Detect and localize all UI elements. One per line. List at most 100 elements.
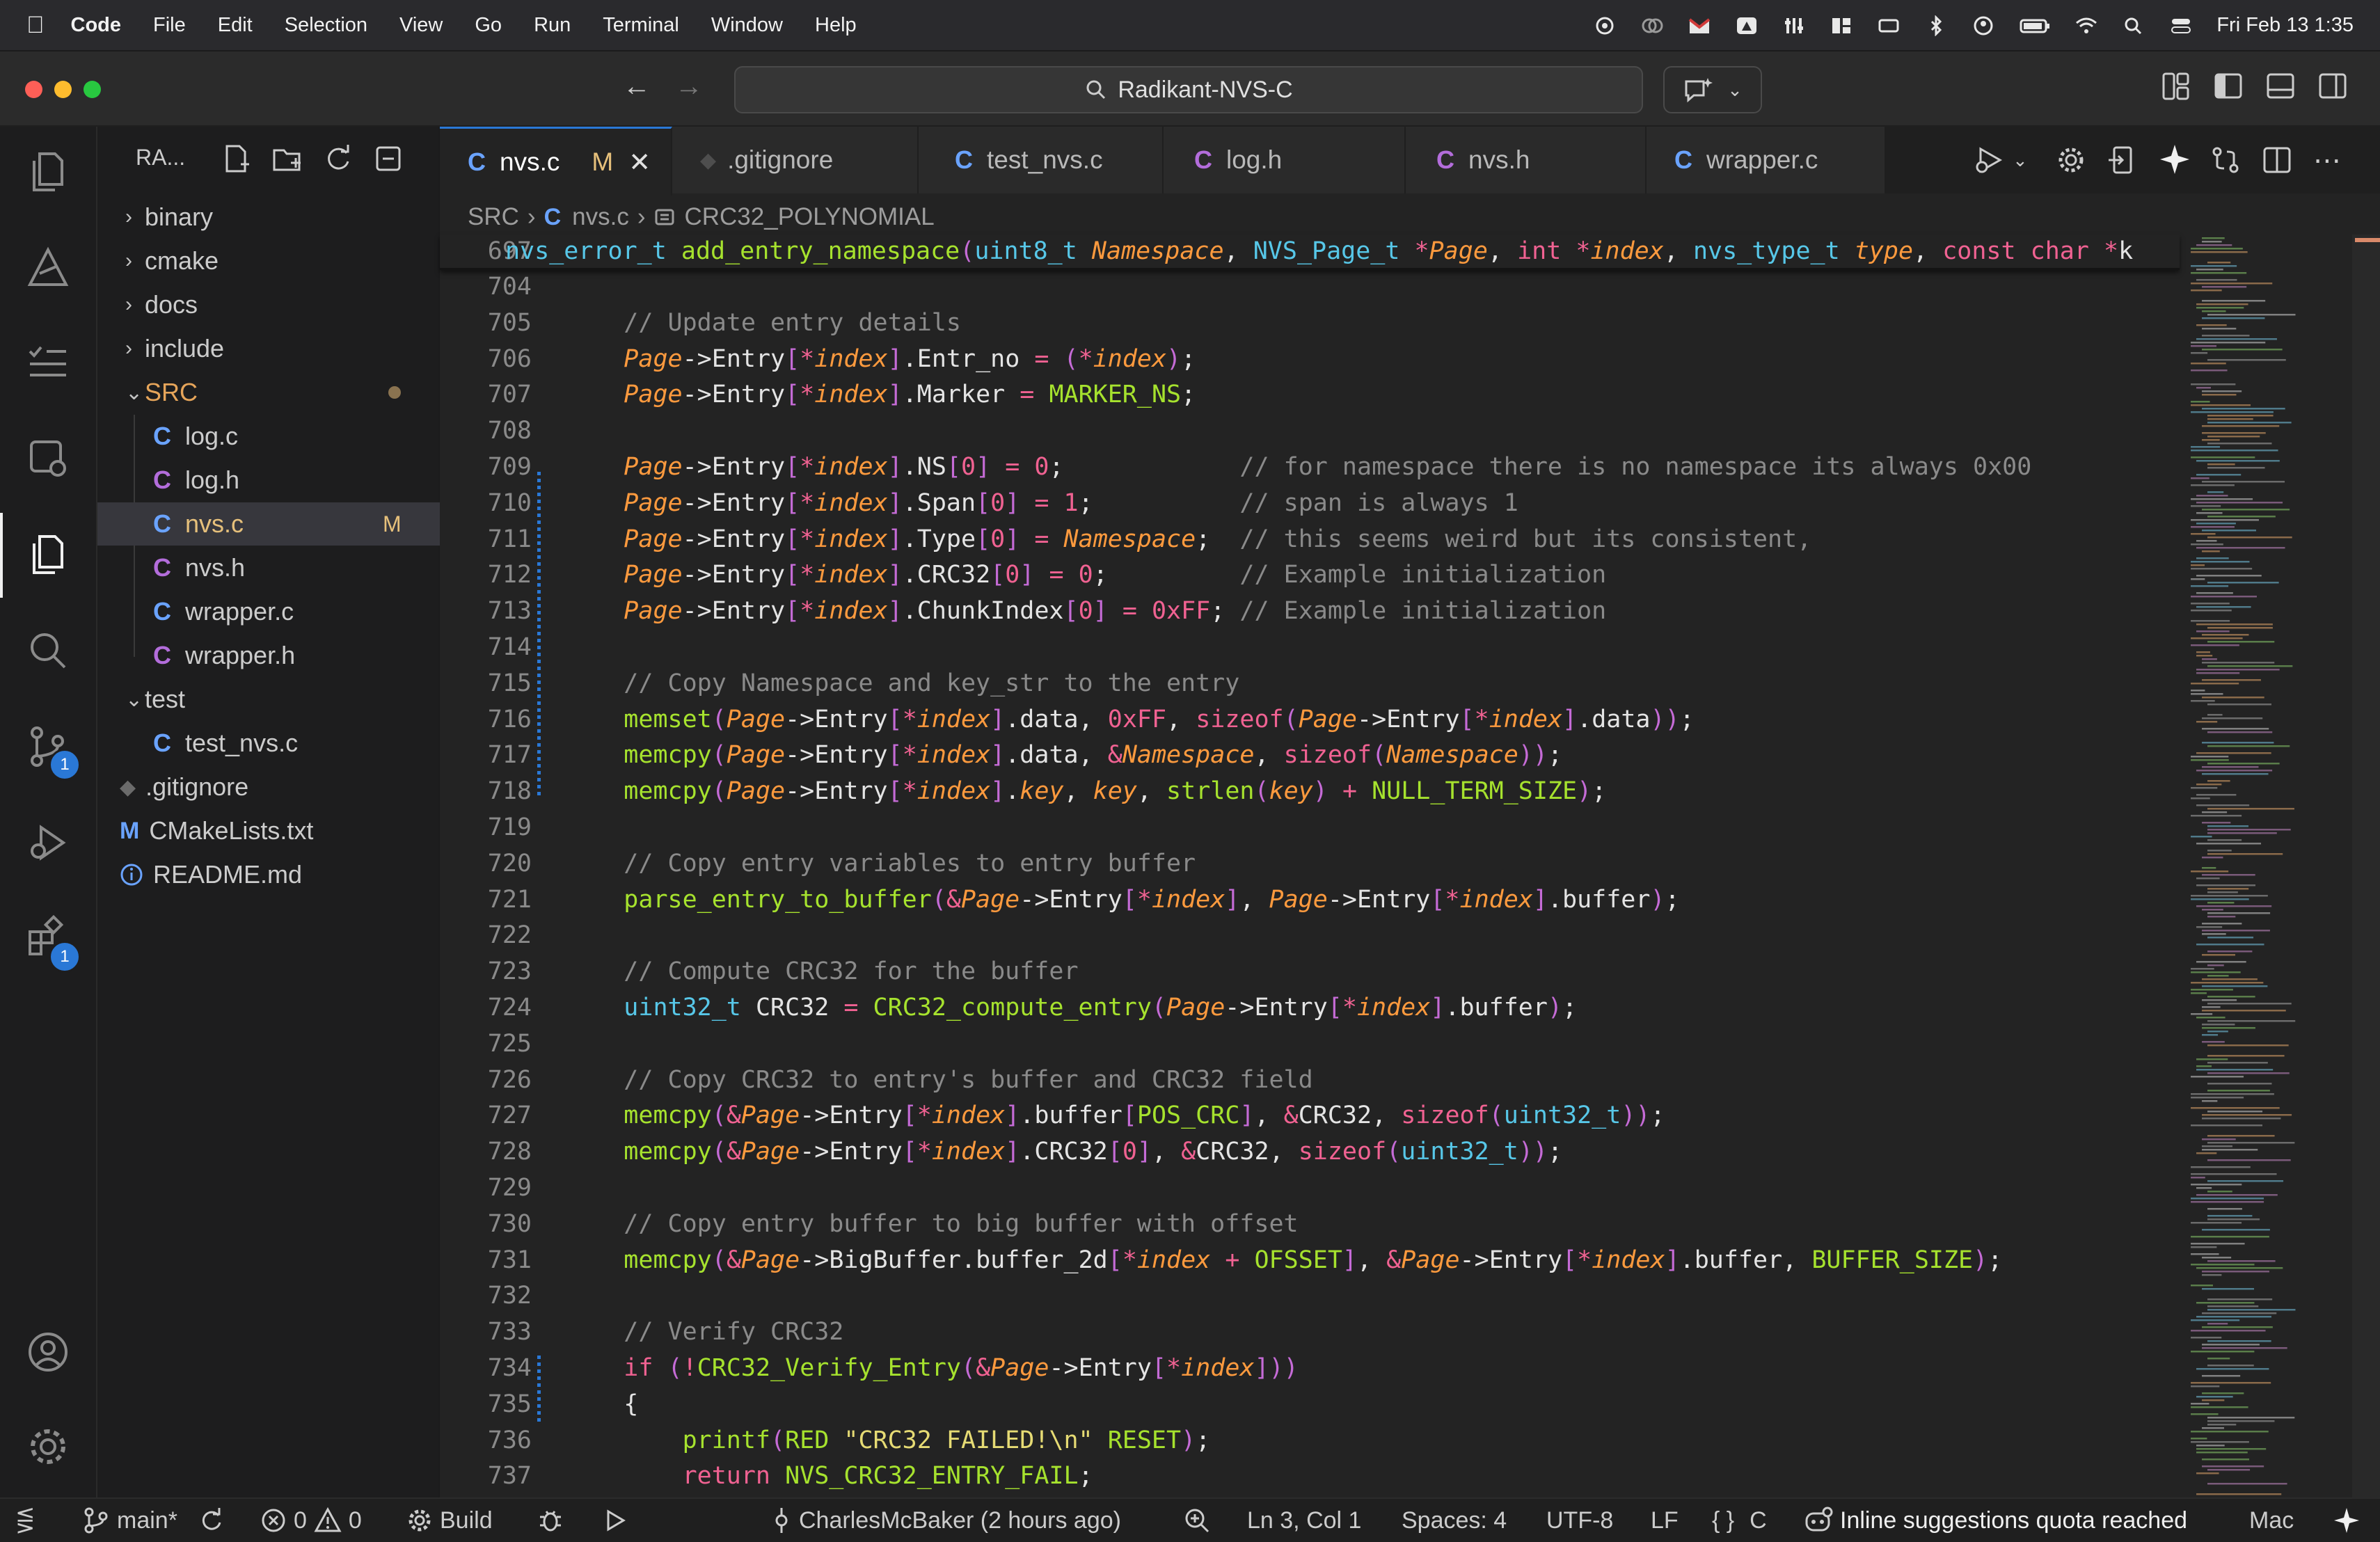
- account-icon[interactable]: [24, 1328, 72, 1376]
- display-icon[interactable]: [1877, 15, 1901, 35]
- control-center-icon[interactable]: [2169, 15, 2193, 35]
- sticky-scroll-header[interactable]: 697 nvs_error_t add_entry_namespace(uint…: [440, 235, 2180, 270]
- copilot-status[interactable]: Inline suggestions quota reached: [1802, 1499, 2187, 1542]
- code-line[interactable]: 737 return NVS_CRC32_ENTRY_FAIL;: [440, 1458, 1093, 1494]
- menu-selection[interactable]: Selection: [285, 14, 367, 37]
- tree-file-gitignore[interactable]: ◆ .gitignore: [97, 765, 461, 809]
- sliders-icon[interactable]: [1782, 15, 1806, 35]
- code-line[interactable]: 705 // Update entry details: [440, 305, 961, 341]
- code-line[interactable]: 706 Page->Entry[*index].Entr_no = (*inde…: [440, 341, 1196, 377]
- compare-changes-icon[interactable]: [2210, 145, 2241, 179]
- collapse-all-icon[interactable]: [373, 143, 404, 177]
- menu-window[interactable]: Window: [711, 14, 783, 37]
- tree-folder-binary[interactable]: › binary: [97, 196, 466, 239]
- run-debug-dropdown-icon[interactable]: ⌄: [1974, 145, 2028, 175]
- copilot-sparkle-button[interactable]: [2333, 1499, 2361, 1542]
- remote-explorer-icon[interactable]: [24, 434, 72, 483]
- language-mode[interactable]: { } C: [1712, 1499, 1767, 1542]
- deploy-triangle-icon[interactable]: [24, 244, 72, 292]
- settings-gear-icon[interactable]: [24, 1422, 72, 1471]
- code-line[interactable]: 704: [440, 269, 565, 305]
- forward-arrow-icon[interactable]: →: [675, 71, 703, 102]
- chat-toggle-button[interactable]: ⌄: [1663, 66, 1762, 113]
- code-line[interactable]: 718 memcpy(Page->Entry[*index].key, key,…: [440, 773, 1606, 809]
- new-file-icon[interactable]: [221, 143, 252, 177]
- git-blame-button[interactable]: CharlesMcBaker (2 hours ago): [771, 1499, 1121, 1542]
- cursor-position[interactable]: Ln 3, Col 1: [1247, 1499, 1361, 1542]
- breadcrumb-folder[interactable]: SRC: [468, 203, 519, 231]
- close-window-button[interactable]: [25, 81, 42, 98]
- menu-edit[interactable]: Edit: [218, 14, 253, 37]
- code-line[interactable]: 719: [440, 809, 565, 845]
- tab-log-h[interactable]: C log.h: [1164, 127, 1406, 193]
- code-line[interactable]: 734 if (!CRC32_Verify_Entry(&Page->Entry…: [440, 1350, 1299, 1386]
- toggle-panel-icon[interactable]: [2265, 71, 2296, 105]
- checklist-icon[interactable]: [24, 340, 72, 388]
- code-line[interactable]: 731 memcpy(&Page->BigBuffer.buffer_2d[*i…: [440, 1242, 2002, 1278]
- tab-nvs-c[interactable]: C nvs.c M ✕: [440, 127, 672, 196]
- code-line[interactable]: 727 memcpy(&Page->Entry[*index].buffer[P…: [440, 1097, 1665, 1134]
- code-line[interactable]: 723 // Compute CRC32 for the buffer: [440, 953, 1079, 989]
- explorer-files-icon[interactable]: [24, 148, 72, 196]
- customize-layout-icon[interactable]: [2161, 71, 2191, 105]
- code-line[interactable]: 730 // Copy entry buffer to big buffer w…: [440, 1206, 1299, 1242]
- tree-folder-docs[interactable]: › docs: [97, 283, 466, 326]
- sync-button[interactable]: [198, 1499, 224, 1542]
- code-line[interactable]: 716 memset(Page->Entry[*index].data, 0xF…: [440, 701, 1695, 738]
- code-line[interactable]: 715 // Copy Namespace and key_str to the…: [440, 665, 1240, 701]
- refresh-icon[interactable]: [323, 143, 354, 177]
- tab-test-nvs-c[interactable]: C test_nvs.c: [919, 127, 1164, 193]
- explorer-active-icon[interactable]: [24, 530, 72, 579]
- menu-go[interactable]: Go: [475, 14, 502, 37]
- copilot-sparkle-icon[interactable]: [2159, 143, 2191, 179]
- code-line[interactable]: 726 // Copy CRC32 to entry's buffer and …: [440, 1062, 1313, 1098]
- toggle-secondary-sidebar-icon[interactable]: [2317, 71, 2348, 105]
- code-line[interactable]: 713 Page->Entry[*index].ChunkIndex[0] = …: [440, 593, 1606, 629]
- drive-icon[interactable]: [1735, 15, 1759, 35]
- tree-file-nvs-c[interactable]: Cnvs.c M: [97, 502, 494, 546]
- tree-file-readme[interactable]: README.md: [97, 853, 461, 896]
- code-line[interactable]: 710 Page->Entry[*index].Span[0] = 1; // …: [440, 485, 1518, 521]
- open-changes-icon[interactable]: [2107, 145, 2138, 179]
- close-icon[interactable]: ✕: [628, 147, 651, 178]
- code-line[interactable]: 714: [440, 629, 565, 665]
- tab-gitignore[interactable]: ◆ .gitignore: [672, 127, 919, 193]
- build-button[interactable]: Build: [406, 1499, 493, 1542]
- breadcrumb-symbol[interactable]: CRC32_POLYNOMIAL: [684, 203, 934, 231]
- menu-terminal[interactable]: Terminal: [603, 14, 679, 37]
- encoding[interactable]: UTF-8: [1546, 1499, 1613, 1542]
- tree-folder-include[interactable]: › include: [97, 327, 466, 370]
- tree-file-log-h[interactable]: Clog.h: [97, 459, 494, 502]
- code-line[interactable]: 721 parse_entry_to_buffer(&Page->Entry[*…: [440, 882, 1680, 918]
- user-icon[interactable]: [1972, 15, 1995, 35]
- scrollbar-thumb[interactable]: [2352, 235, 2380, 1497]
- end-of-line[interactable]: LF: [1651, 1499, 1679, 1542]
- code-line[interactable]: 722: [440, 917, 565, 953]
- minimize-window-button[interactable]: [54, 81, 72, 98]
- tree-file-log-c[interactable]: Clog.c: [97, 415, 494, 458]
- code-line[interactable]: 720 // Copy entry variables to entry buf…: [440, 845, 1196, 882]
- tree-folder-src[interactable]: ⌄ SRC: [97, 371, 466, 414]
- command-center-search[interactable]: Radikant-NVS-C: [734, 66, 1643, 113]
- tree-folder-cmake[interactable]: › cmake: [97, 239, 466, 283]
- tree-folder-test[interactable]: ⌄ test: [97, 678, 466, 721]
- tree-file-wrapper-c[interactable]: Cwrapper.c: [97, 590, 494, 633]
- layout-icon[interactable]: [1830, 15, 1853, 35]
- code-line[interactable]: 717 memcpy(Page->Entry[*index].data, &Na…: [440, 737, 1562, 773]
- apple-icon[interactable]: : [26, 12, 45, 39]
- menu-view[interactable]: View: [399, 14, 443, 37]
- wifi-icon[interactable]: [2074, 15, 2098, 35]
- problems-button[interactable]: 0 0: [260, 1499, 362, 1542]
- menu-run[interactable]: Run: [534, 14, 571, 37]
- debug-button[interactable]: [537, 1499, 564, 1542]
- code-line[interactable]: 733 // Verify CRC32: [440, 1314, 844, 1350]
- branch-button[interactable]: main*: [82, 1499, 177, 1542]
- code-line[interactable]: 732: [440, 1278, 565, 1314]
- code-line[interactable]: 709 Page->Entry[*index].NS[0] = 0; // fo…: [440, 449, 2032, 485]
- minimap[interactable]: [2185, 235, 2373, 1497]
- indentation[interactable]: Spaces: 4: [1402, 1499, 1507, 1542]
- code-line[interactable]: 708: [440, 413, 565, 449]
- code-line[interactable]: 729: [440, 1170, 565, 1206]
- breadcrumb-file[interactable]: nvs.c: [572, 203, 629, 231]
- menu-file[interactable]: File: [153, 14, 186, 37]
